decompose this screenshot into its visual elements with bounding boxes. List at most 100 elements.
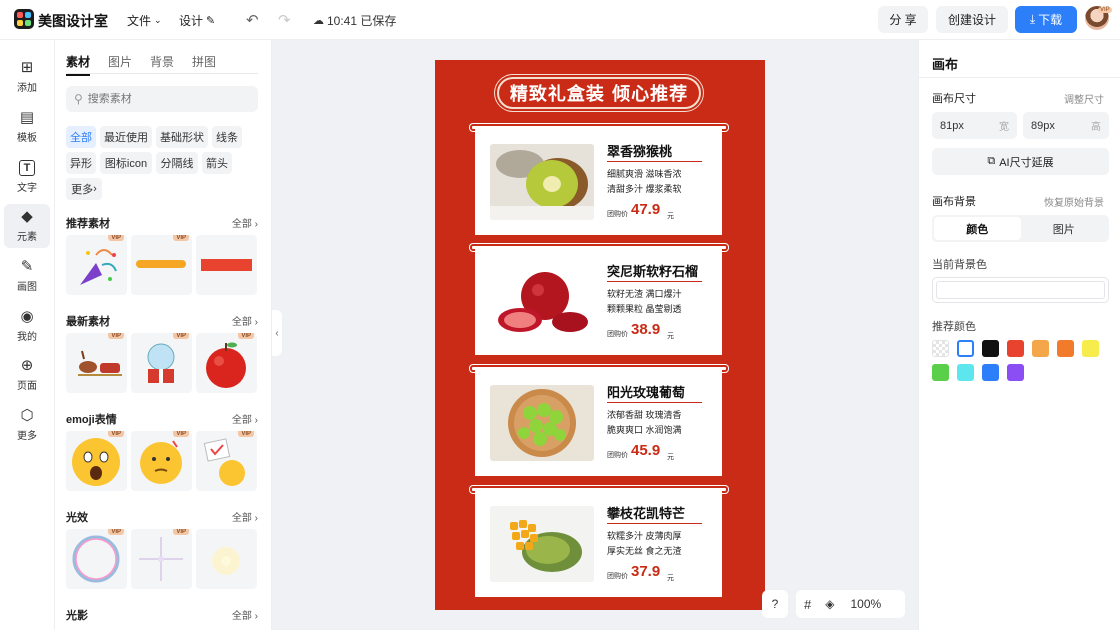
panel-divider bbox=[919, 77, 1120, 78]
resize-link[interactable]: 调整尺寸 bbox=[1064, 91, 1104, 106]
section-more-label: 全部 bbox=[231, 513, 252, 524]
cube-icon: ⬡ bbox=[20, 407, 34, 424]
product-desc: 浓郁香甜 玫瑰清香 脆爽爽口 水润饱满 bbox=[607, 408, 707, 438]
chip-recent[interactable]: 最近使用 bbox=[100, 126, 152, 148]
product-card[interactable]: 攀枝花凯特芒 软糯多汁 皮薄肉厚 厚实无丝 食之无渣 团购价 37.9 元 bbox=[475, 490, 722, 597]
rail-item-mine[interactable]: ◉ 我的 bbox=[4, 304, 50, 348]
search-box[interactable]: ⚲ bbox=[66, 86, 258, 112]
asset-party-popper[interactable]: VIP bbox=[66, 235, 127, 295]
party-popper-icon bbox=[80, 249, 117, 285]
menu-design-label: 设计 bbox=[179, 14, 204, 28]
product-card[interactable]: 翠香猕猴桃 细腻爽滑 滋味香浓 清甜多汁 爆浆柔软 团购价 47.9 元 bbox=[475, 128, 722, 235]
width-unit: 宽 bbox=[999, 122, 1009, 133]
red-bar-icon bbox=[201, 259, 252, 271]
color-swatch[interactable] bbox=[1082, 340, 1099, 357]
section-more-label: 全部 bbox=[231, 317, 252, 328]
product-card[interactable]: 突尼斯软籽石榴 软籽无渣 满口爆汁 颗颗果粒 晶莹剔透 团购价 38.9 元 bbox=[475, 248, 722, 355]
chip-arrows[interactable]: 箭头 bbox=[202, 152, 232, 174]
asset-sparkle[interactable]: VIP bbox=[131, 529, 192, 589]
zoom-level[interactable]: 100% bbox=[850, 597, 881, 611]
asset-snow-globe[interactable]: VIP bbox=[131, 333, 192, 393]
current-bg-color[interactable] bbox=[932, 277, 1109, 303]
asset-red-apple[interactable]: VIP bbox=[196, 333, 257, 393]
section-more-link[interactable]: 全部 › bbox=[232, 411, 258, 427]
color-swatch[interactable] bbox=[1032, 340, 1049, 357]
restore-bg-link[interactable]: 恢复原始背景 bbox=[1044, 194, 1104, 209]
section-title: 光效 bbox=[66, 512, 88, 524]
width-field[interactable]: 81px 宽 bbox=[932, 112, 1017, 139]
product-desc-line: 软糯多汁 皮薄肉厚 bbox=[607, 531, 682, 541]
price-unit: 元 bbox=[667, 333, 674, 340]
product-desc-line: 软籽无渣 满口爆汁 bbox=[607, 289, 682, 299]
chip-dividers[interactable]: 分隔线 bbox=[156, 152, 198, 174]
asset-reindeer-sleigh[interactable]: VIP bbox=[66, 333, 127, 393]
product-desc-line: 厚实无丝 食之无渣 bbox=[607, 546, 682, 556]
section-more-link[interactable]: 全部 › bbox=[232, 215, 258, 231]
section-more-label: 全部 bbox=[231, 611, 252, 622]
section-more-link[interactable]: 全部 › bbox=[232, 313, 258, 329]
seg-color[interactable]: 颜色 bbox=[934, 217, 1021, 240]
rail-item-label: 画图 bbox=[17, 282, 37, 293]
apple-icon bbox=[206, 342, 246, 388]
rail-item-add[interactable]: ⊞ 添加 bbox=[4, 55, 50, 99]
menu-file[interactable]: 文件 ⌄ bbox=[127, 12, 162, 29]
menu-design[interactable]: 设计 ✎ bbox=[179, 12, 215, 29]
chip-basic-shapes[interactable]: 基础形状 bbox=[156, 126, 208, 148]
rail-item-page[interactable]: ⊕ 页面 bbox=[4, 353, 50, 397]
view-controls: # ◈ 100% bbox=[796, 590, 905, 618]
color-swatch[interactable] bbox=[957, 340, 974, 357]
product-name: 阳光玫瑰葡萄 bbox=[607, 386, 686, 401]
section-more-link[interactable]: 全部 › bbox=[232, 509, 258, 525]
collapse-panel-button[interactable]: ‹ bbox=[272, 310, 282, 356]
create-design-button[interactable]: 创建设计 bbox=[936, 6, 1008, 33]
chip-lines[interactable]: 线条 bbox=[212, 126, 242, 148]
asset-red-bar[interactable] bbox=[196, 235, 257, 295]
asset-emoji-thinking[interactable]: VIP bbox=[131, 431, 192, 491]
undo-icon[interactable]: ↶ bbox=[246, 11, 259, 29]
sparkle-icon bbox=[139, 537, 183, 581]
height-field[interactable]: 89px 高 bbox=[1023, 112, 1109, 139]
layers-icon[interactable]: ◈ bbox=[825, 597, 834, 611]
ai-resize-button[interactable]: ⧉ AI尺寸延展 bbox=[932, 148, 1109, 175]
asset-yellow-brush[interactable]: VIP bbox=[131, 235, 192, 295]
color-swatch[interactable] bbox=[982, 364, 999, 381]
asset-emoji-sign[interactable]: VIP bbox=[196, 431, 257, 491]
price-label: 团购价 bbox=[607, 452, 628, 459]
rail-item-more[interactable]: ⬡ 更多 bbox=[4, 403, 50, 447]
chip-more-label: 更多 bbox=[71, 184, 94, 196]
emoji-scared-icon bbox=[72, 438, 120, 486]
asset-emoji-scared[interactable]: VIP bbox=[66, 431, 127, 491]
color-swatch[interactable] bbox=[982, 340, 999, 357]
product-image-grapes bbox=[490, 385, 594, 461]
redo-icon[interactable]: ↷ bbox=[278, 11, 291, 29]
canvas-banner-title[interactable]: 精致礼盒装 倾心推荐 bbox=[497, 77, 701, 109]
rail-item-template[interactable]: ▤ 模板 bbox=[4, 105, 50, 149]
chip-all[interactable]: 全部 bbox=[66, 126, 96, 148]
product-price: 47.9 bbox=[631, 201, 661, 218]
chip-icons[interactable]: 图标icon bbox=[100, 152, 152, 174]
product-card[interactable]: 阳光玫瑰葡萄 浓郁香甜 玫瑰清香 脆爽爽口 水润饱满 团购价 45.9 元 bbox=[475, 369, 722, 476]
section-more-link[interactable]: 全部 › bbox=[232, 607, 258, 623]
help-button[interactable]: ? bbox=[762, 590, 788, 618]
design-canvas[interactable]: 精致礼盒装 倾心推荐 翠香猕猴桃 细腻爽滑 滋味香浓 清甜多汁 爆浆柔软 团购价 … bbox=[435, 60, 765, 610]
chip-irregular[interactable]: 异形 bbox=[66, 152, 96, 174]
color-swatch[interactable] bbox=[957, 364, 974, 381]
download-button[interactable]: ⤓ 下载 bbox=[1015, 6, 1077, 33]
search-icon: ⚲ bbox=[74, 92, 83, 106]
vip-badge: VIP bbox=[173, 235, 189, 241]
asset-glow[interactable] bbox=[196, 529, 257, 589]
chip-more[interactable]: 更多 › bbox=[66, 178, 102, 200]
color-swatch[interactable] bbox=[932, 340, 949, 357]
rail-item-draw[interactable]: ✎ 画图 bbox=[4, 254, 50, 298]
color-swatch[interactable] bbox=[1057, 340, 1074, 357]
seg-image[interactable]: 图片 bbox=[1021, 217, 1108, 240]
rail-item-text[interactable]: T 文字 bbox=[4, 155, 50, 199]
search-input[interactable] bbox=[87, 93, 238, 105]
grid-icon[interactable]: # bbox=[804, 597, 811, 612]
color-swatch[interactable] bbox=[1007, 340, 1024, 357]
share-button[interactable]: 分 享 bbox=[878, 6, 928, 33]
color-swatch[interactable] bbox=[1007, 364, 1024, 381]
color-swatch[interactable] bbox=[932, 364, 949, 381]
asset-bubble[interactable]: VIP bbox=[66, 529, 127, 589]
rail-item-elements[interactable]: ◆ 元素 bbox=[4, 204, 50, 248]
